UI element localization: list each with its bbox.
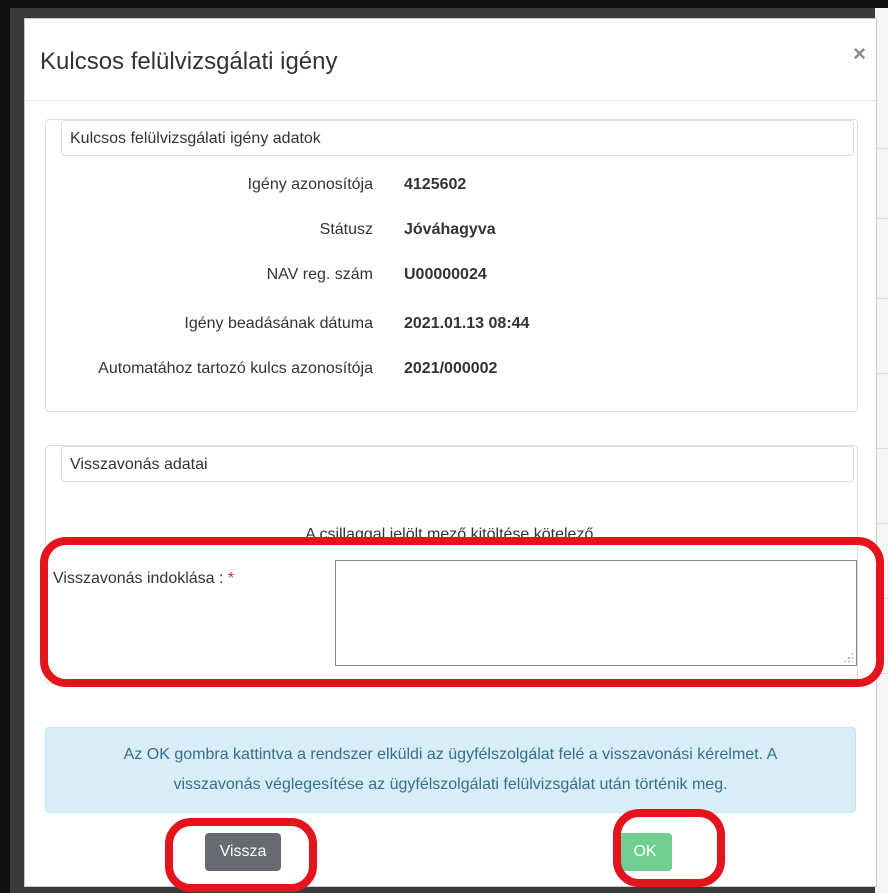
info-text-line1: Az OK gombra kattintva a rendszer elküld… [123,746,778,763]
detail-row-submission-date: Igény beadásának dátuma 2021.01.13 08:44 [46,315,857,335]
modal-title: Kulcsos felülvizsgálati igény [40,48,338,75]
withdrawal-reason-textarea[interactable] [335,560,857,666]
request-details-section: Kulcsos felülvizsgálati igény adatok Igé… [45,119,858,412]
detail-label: Igény azonosítója [247,176,373,193]
detail-value: 4125602 [404,176,467,193]
detail-row-status: Státusz Jóváhagyva [46,221,857,241]
required-asterisk: * [227,570,235,587]
modal-header: Kulcsos felülvizsgálati igény × [25,19,876,101]
withdrawal-legend: Visszavonás adatai [61,446,854,482]
detail-value: 2021.01.13 08:44 [404,315,530,332]
info-alert: Az OK gombra kattintva a rendszer elküld… [45,727,856,813]
detail-value: Jóváhagyva [404,221,496,238]
withdrawal-reason-label-text: Visszavonás indoklása : [53,570,228,587]
close-icon[interactable]: × [853,43,866,65]
detail-row-key-id: Automatához tartozó kulcs azonosítója 20… [46,360,857,380]
info-text-line2: visszavonás véglegesítése az ügyfélszolg… [173,776,728,793]
withdrawal-reason-label: Visszavonás indoklása : * [53,570,234,588]
detail-label: NAV reg. szám [266,266,373,283]
detail-value: 2021/000002 [404,360,498,377]
window-frame-left [0,0,10,893]
back-button[interactable]: Vissza [205,833,281,871]
window-frame-top [0,0,888,8]
detail-label: Igény beadásának dátuma [184,315,373,332]
detail-row-nav-reg-number: NAV reg. szám U00000024 [46,266,857,286]
detail-row-request-id: Igény azonosítója 4125602 [46,176,857,196]
detail-label: Státusz [319,221,373,238]
ok-button[interactable]: OK [618,833,672,871]
review-request-modal: Kulcsos felülvizsgálati igény × Kulcsos … [24,18,877,887]
resize-grip-icon[interactable] [843,652,853,662]
request-details-legend: Kulcsos felülvizsgálati igény adatok [61,120,854,156]
detail-value: U00000024 [404,266,487,283]
required-fields-note: A csillaggal jelölt mező kitöltése kötel… [305,526,598,543]
detail-label: Automatához tartozó kulcs azonosítója [98,360,373,377]
withdrawal-section: Visszavonás adatai A csillaggal jelölt m… [45,445,858,684]
